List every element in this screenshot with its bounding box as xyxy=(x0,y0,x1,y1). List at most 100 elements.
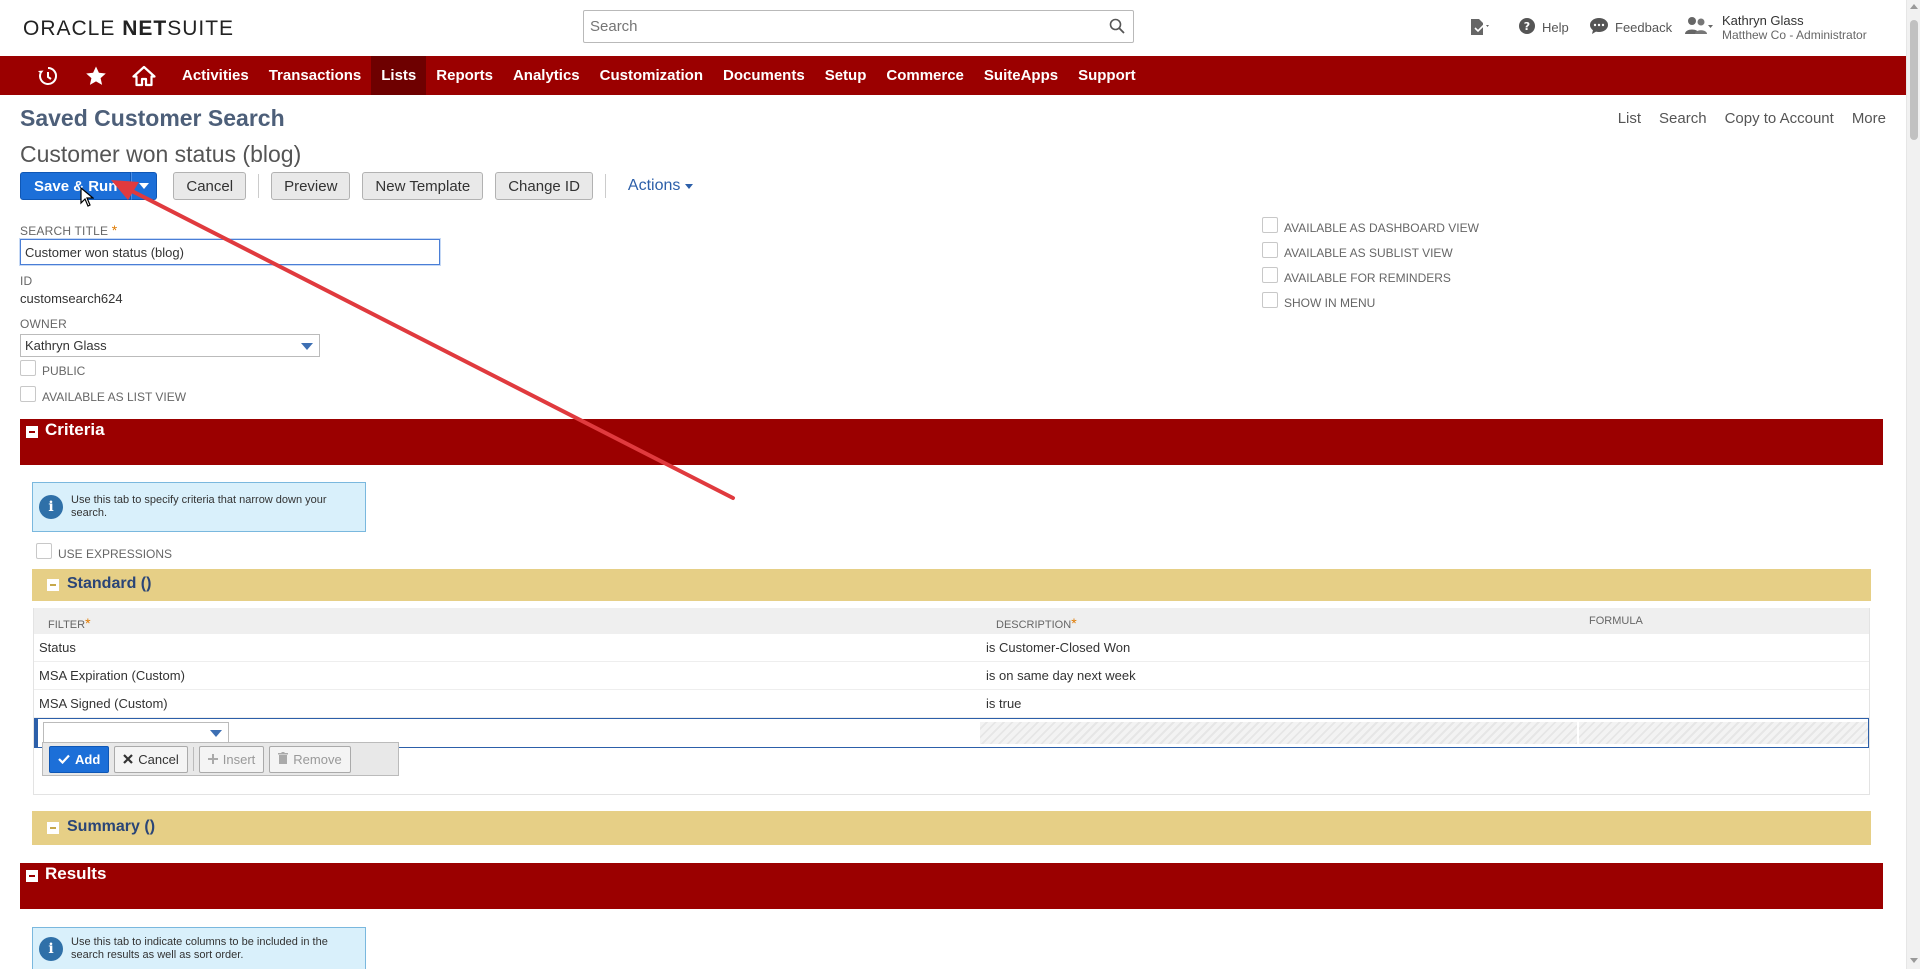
criteria-grid: FILTER* DESCRIPTION* FORMULA Status is C… xyxy=(33,608,1870,795)
feedback-label: Feedback xyxy=(1615,20,1673,35)
cancel-row-label: Cancel xyxy=(138,751,179,767)
nav-customization[interactable]: Customization xyxy=(590,56,713,95)
link-list[interactable]: List xyxy=(1618,110,1641,127)
sublist-view-label: AVAILABLE AS SUBLIST VIEW xyxy=(1284,246,1453,260)
show-in-menu-checkbox[interactable] xyxy=(1262,292,1278,308)
actions-menu[interactable]: Actions xyxy=(627,177,694,195)
recent-records-menu[interactable] xyxy=(1468,17,1492,40)
link-copy-to-account[interactable]: Copy to Account xyxy=(1725,110,1834,127)
show-in-menu-checkbox-row[interactable]: SHOW IN MENU xyxy=(1262,292,1375,311)
owner-select[interactable]: Kathryn Glass xyxy=(20,334,320,357)
sublist-view-checkbox-row[interactable]: AVAILABLE AS SUBLIST VIEW xyxy=(1262,242,1453,261)
info-icon: i xyxy=(39,495,63,519)
checkmark-icon xyxy=(58,752,70,767)
global-search-input[interactable] xyxy=(584,11,1084,42)
page-scrollbar[interactable] xyxy=(1906,0,1920,969)
filter-cell: MSA Signed (Custom) xyxy=(39,696,168,711)
page-links: List Search Copy to Account More xyxy=(1618,110,1886,127)
remove-label: Remove xyxy=(293,751,342,767)
table-row[interactable]: MSA Expiration (Custom) is on same day n… xyxy=(34,662,1869,690)
table-row[interactable]: MSA Signed (Custom) is true xyxy=(34,690,1869,718)
nav-lists[interactable]: Lists xyxy=(371,56,427,95)
table-row[interactable]: Status is Customer-Closed Won xyxy=(34,634,1869,662)
remove-row-button[interactable]: Remove xyxy=(269,745,351,773)
grid-button-divider xyxy=(192,747,194,771)
global-search[interactable] xyxy=(583,10,1134,43)
collapse-icon[interactable] xyxy=(47,579,59,591)
description-disabled-cell xyxy=(980,722,1577,744)
feedback-link[interactable]: Feedback xyxy=(1589,17,1672,38)
list-view-checkbox-row[interactable]: AVAILABLE AS LIST VIEW xyxy=(20,386,187,405)
scroll-thumb[interactable] xyxy=(1910,20,1918,140)
dashboard-view-label: AVAILABLE AS DASHBOARD VIEW xyxy=(1284,221,1479,235)
summary-subtab-title: Summary () xyxy=(67,818,156,835)
summary-subtab-header[interactable]: Summary () xyxy=(32,811,1871,845)
user-name: Kathryn Glass xyxy=(1722,13,1804,28)
nav-support[interactable]: Support xyxy=(1068,56,1146,95)
sublist-view-checkbox[interactable] xyxy=(1262,242,1278,258)
nav-transactions[interactable]: Transactions xyxy=(259,56,372,95)
nav-documents[interactable]: Documents xyxy=(713,56,815,95)
page-title: Saved Customer Search xyxy=(20,105,285,131)
add-label: Add xyxy=(75,751,101,767)
results-section-header[interactable]: Results xyxy=(20,863,1883,909)
public-checkbox-row[interactable]: PUBLIC xyxy=(20,360,85,379)
nav-commerce[interactable]: Commerce xyxy=(876,56,974,95)
close-icon xyxy=(123,752,134,767)
favorites-star-icon[interactable] xyxy=(72,56,120,95)
use-expressions-checkbox[interactable] xyxy=(36,543,52,559)
dashboard-view-checkbox-row[interactable]: AVAILABLE AS DASHBOARD VIEW xyxy=(1262,217,1479,236)
criteria-section-header[interactable]: Criteria xyxy=(20,419,1883,465)
collapse-icon[interactable] xyxy=(26,426,38,438)
help-link[interactable]: ? Help xyxy=(1518,17,1569,38)
user-info[interactable]: Kathryn Glass Matthew Co - Administrator xyxy=(1722,13,1867,43)
search-icon[interactable] xyxy=(1109,18,1125,39)
change-id-button[interactable]: Change ID xyxy=(495,172,593,200)
reminders-checkbox-row[interactable]: AVAILABLE FOR REMINDERS xyxy=(1262,267,1451,286)
link-more[interactable]: More xyxy=(1852,110,1886,127)
public-checkbox[interactable] xyxy=(20,360,36,376)
reminders-checkbox[interactable] xyxy=(1262,267,1278,283)
cancel-button[interactable]: Cancel xyxy=(173,172,247,200)
role-switcher[interactable] xyxy=(1684,16,1714,39)
cancel-row-button[interactable]: Cancel xyxy=(114,745,188,773)
formula-disabled-cell xyxy=(1579,722,1868,744)
list-view-checkbox[interactable] xyxy=(20,386,36,402)
search-title-input[interactable] xyxy=(20,239,440,265)
nav-activities[interactable]: Activities xyxy=(172,56,259,95)
collapse-icon[interactable] xyxy=(47,822,59,834)
filter-column-header: FILTER* xyxy=(48,615,91,631)
nav-suiteapps[interactable]: SuiteApps xyxy=(974,56,1068,95)
save-options-dropdown[interactable] xyxy=(131,172,158,200)
results-info-text: Use this tab to indicate columns to be i… xyxy=(71,936,328,961)
add-row-button[interactable]: Add xyxy=(49,745,110,773)
scroll-down-arrow-icon[interactable] xyxy=(1910,958,1918,963)
search-title-label-text: SEARCH TITLE xyxy=(20,224,109,238)
nav-setup[interactable]: Setup xyxy=(815,56,877,95)
toolbar-divider xyxy=(604,174,606,198)
nav-reports[interactable]: Reports xyxy=(426,56,503,95)
user-role: Matthew Co - Administrator xyxy=(1722,28,1867,42)
recent-history-icon[interactable] xyxy=(24,56,72,95)
link-search[interactable]: Search xyxy=(1659,110,1707,127)
home-icon[interactable] xyxy=(120,56,168,95)
help-label: Help xyxy=(1542,20,1569,35)
standard-subtab-header[interactable]: Standard () xyxy=(32,569,1871,601)
save-run-button[interactable]: Save & Run xyxy=(20,172,132,200)
netsuite-logo[interactable]: ORACLE NETSUITE xyxy=(23,17,234,41)
description-cell: is on same day next week xyxy=(986,668,1136,683)
filter-field-select[interactable] xyxy=(43,722,229,744)
scroll-up-arrow-icon[interactable] xyxy=(1910,4,1918,9)
dashboard-view-checkbox[interactable] xyxy=(1262,217,1278,233)
dropdown-arrow-icon xyxy=(210,730,222,737)
list-view-label: AVAILABLE AS LIST VIEW xyxy=(42,390,187,404)
use-expressions-row[interactable]: USE EXPRESSIONS xyxy=(36,543,172,562)
top-header: ORACLE NETSUITE ? Help Feedback Kathryn … xyxy=(0,0,1920,56)
preview-button[interactable]: Preview xyxy=(271,172,351,200)
nav-analytics[interactable]: Analytics xyxy=(503,56,590,95)
collapse-icon[interactable] xyxy=(26,870,38,882)
insert-row-button[interactable]: Insert xyxy=(198,745,265,773)
actions-label: Actions xyxy=(627,177,681,194)
svg-text:?: ? xyxy=(1524,20,1530,33)
new-template-button[interactable]: New Template xyxy=(362,172,484,200)
